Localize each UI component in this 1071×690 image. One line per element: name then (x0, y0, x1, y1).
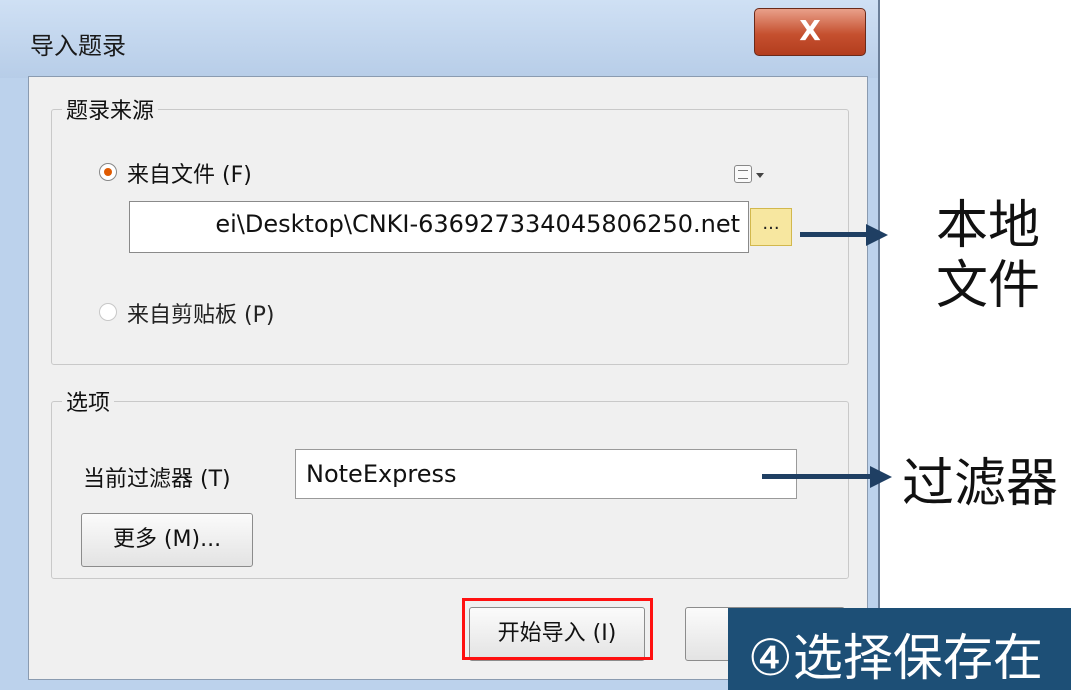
file-path-input[interactable]: ei\Desktop\CNKI-636927334045806250.net (129, 201, 749, 253)
import-dialog-window: 导入题录 X 题录来源 来自文件 (F) ei\Desktop\CNKI-636… (0, 0, 880, 690)
filter-arrow-line (762, 474, 872, 479)
local-file-annotation: 本地 文件 (936, 196, 1041, 316)
options-group-legend: 选项 (66, 391, 111, 416)
close-button[interactable]: X (754, 8, 866, 56)
step-banner: ④选择保存在 (728, 608, 1071, 690)
source-group-legend: 题录来源 (66, 99, 155, 124)
browse-button[interactable]: ... (750, 208, 792, 246)
dialog-title: 导入题录 (30, 32, 126, 60)
filter-annotation: 过滤器 (902, 454, 1059, 514)
step-banner-text: ④选择保存在 (748, 629, 1043, 687)
from-file-radio[interactable] (99, 163, 117, 181)
local-file-arrow-line (800, 232, 868, 237)
more-button[interactable]: 更多 (M)... (81, 513, 253, 567)
start-button-highlight (462, 598, 653, 660)
file-path-text: ei\Desktop\CNKI-636927334045806250.net (215, 210, 740, 238)
list-options-icon[interactable] (734, 165, 752, 183)
from-file-label[interactable]: 来自文件 (F) (127, 157, 252, 189)
filter-label: 当前过滤器 (T) (83, 467, 231, 492)
dialog-client-area: 题录来源 来自文件 (F) ei\Desktop\CNKI-6369273340… (28, 76, 868, 680)
dropdown-caret-icon[interactable] (756, 173, 764, 178)
title-bar: 导入题录 X (0, 0, 878, 78)
from-clipboard-radio[interactable] (99, 303, 117, 321)
filter-arrow-icon (870, 466, 892, 488)
filter-input[interactable]: NoteExpress (295, 449, 797, 499)
from-clipboard-label[interactable]: 来自剪贴板 (P) (127, 297, 274, 329)
local-file-arrow-icon (866, 224, 888, 246)
